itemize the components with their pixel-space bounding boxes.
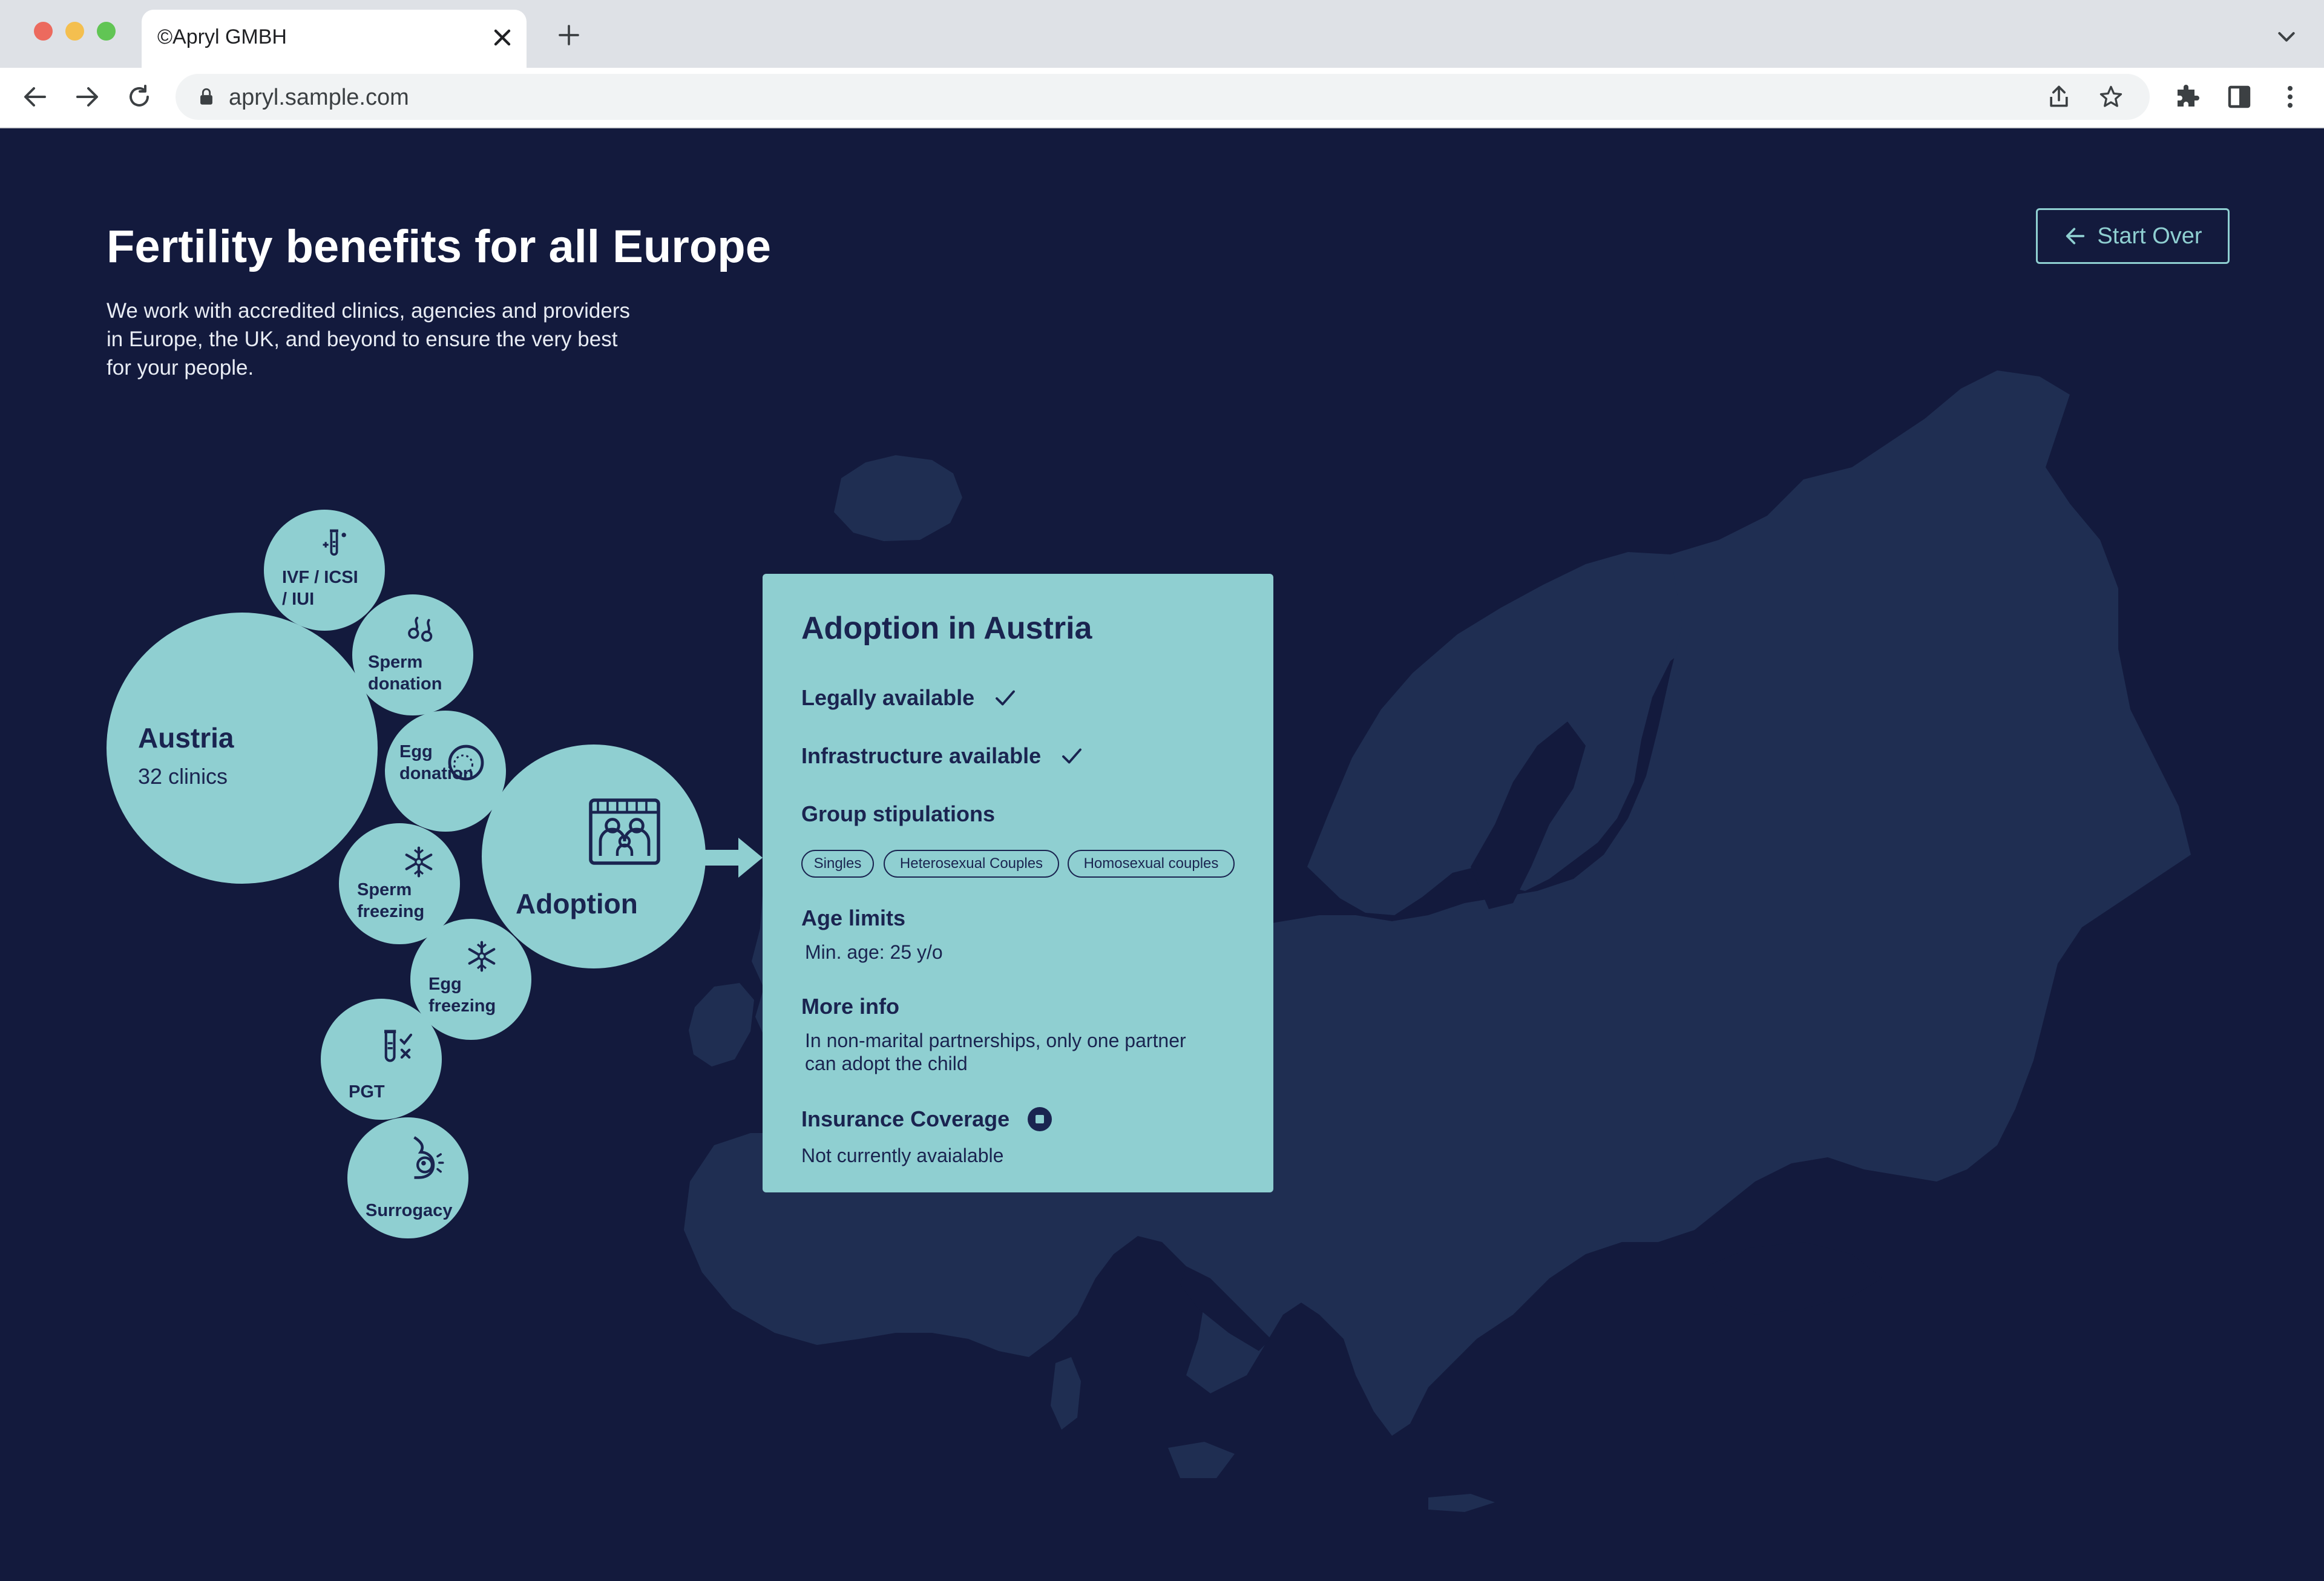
start-over-button[interactable]: Start Over xyxy=(2036,208,2230,264)
service-label-line: donation xyxy=(399,764,474,783)
selected-service-label: Adoption xyxy=(516,888,638,919)
service-bubble-sperm-donation[interactable]: Sperm donation xyxy=(352,594,473,715)
maximize-window-button[interactable] xyxy=(97,22,116,41)
lock-icon xyxy=(200,88,212,105)
card-title: Adoption in Austria xyxy=(801,611,1092,646)
insurance-coverage-row: Insurance Coverage xyxy=(801,1106,1052,1132)
subtitle-line: for your people. xyxy=(107,356,254,380)
more-info-text: In non-marital partnerships, only one pa… xyxy=(805,1029,1186,1075)
service-label-line: freezing xyxy=(357,902,425,921)
browser-toolbar: apryl.sample.com xyxy=(0,68,2324,128)
service-label-line: freezing xyxy=(428,996,496,1016)
service-label-line: Egg xyxy=(399,742,433,761)
checkmark-icon xyxy=(996,690,1016,706)
back-arrow-icon[interactable] xyxy=(21,82,50,111)
service-label-line: Egg xyxy=(428,975,462,994)
address-bar[interactable]: apryl.sample.com xyxy=(176,74,2150,120)
service-label-line: / IUI xyxy=(282,590,315,609)
minimize-window-button[interactable] xyxy=(65,22,84,41)
infrastructure-available-label: Infrastructure available xyxy=(801,743,1042,768)
service-bubble-pgt[interactable]: PGT xyxy=(321,999,442,1120)
snowflake-icon xyxy=(468,941,496,972)
family-frame-icon xyxy=(589,798,660,865)
more-menu-icon[interactable] xyxy=(2276,82,2305,111)
extensions-puzzle-icon[interactable] xyxy=(2173,82,2202,111)
service-bubble-egg-donation[interactable]: Egg donation xyxy=(385,711,506,832)
close-window-button[interactable] xyxy=(34,22,53,41)
group-tag: Heterosexual Couples xyxy=(884,850,1059,878)
subtitle-line: in Europe, the UK, and beyond to ensure … xyxy=(107,327,618,351)
service-bubble-ivf[interactable]: IVF / ICSI / IUI xyxy=(264,510,385,631)
service-bubble-surrogacy[interactable]: Surrogacy xyxy=(347,1117,468,1238)
page-subtitle: We work with accredited clinics, agencie… xyxy=(107,297,700,382)
clinic-count: 32 clinics xyxy=(138,764,228,789)
age-limits-label: Age limits xyxy=(801,906,906,930)
browser-tab[interactable]: ©Apryl GMBH xyxy=(142,10,527,68)
stop-status-icon xyxy=(1028,1107,1052,1131)
age-limits-value: Min. age: 25 y/o xyxy=(805,941,943,963)
black-sea-shape xyxy=(1707,1242,1882,1315)
more-info-label: More info xyxy=(801,994,899,1019)
service-label: PGT xyxy=(349,1082,385,1102)
insurance-coverage-value: Not currently avaialable xyxy=(801,1145,1004,1166)
group-stipulations-label: Group stipulations xyxy=(801,801,995,826)
service-bubble-adoption[interactable]: Adoption xyxy=(482,744,706,968)
service-label: Sperm freezing xyxy=(357,879,424,922)
service-label: Sperm donation xyxy=(368,651,442,695)
group-tag: Singles xyxy=(801,850,874,878)
infrastructure-available-row: Infrastructure available xyxy=(801,743,1085,769)
service-label-line: Sperm xyxy=(357,880,412,899)
legally-available-row: Legally available xyxy=(801,685,1018,711)
snowflake-icon xyxy=(405,846,433,878)
more-info-line: In non-marital partnerships, only one pa… xyxy=(805,1030,1186,1051)
crete-shape xyxy=(1428,1494,1495,1512)
more-info-line: can adopt the child xyxy=(805,1053,968,1074)
tab-title: ©Apryl GMBH xyxy=(157,25,287,48)
chevron-down-icon[interactable] xyxy=(2274,24,2299,48)
service-label: Egg freezing xyxy=(428,973,496,1017)
bookmark-star-icon[interactable] xyxy=(2098,84,2124,110)
connector-arrow-icon xyxy=(703,838,763,878)
sperm-icon xyxy=(408,616,433,642)
group-tag: Homosexual couples xyxy=(1068,850,1235,878)
side-panel-icon[interactable] xyxy=(2225,82,2254,111)
service-label-line: Sperm xyxy=(368,652,423,672)
url-text: apryl.sample.com xyxy=(229,85,409,110)
test-tube-check-icon xyxy=(384,1030,413,1062)
close-tab-icon[interactable] xyxy=(489,24,516,51)
service-label: Egg donation xyxy=(399,741,473,784)
legally-available-label: Legally available xyxy=(801,685,975,710)
subtitle-line: We work with accredited clinics, agencie… xyxy=(107,299,631,323)
page-content: Fertility benefits for all Europe We wor… xyxy=(0,128,2324,1581)
sardinia-shape xyxy=(1051,1357,1081,1430)
test-tube-icon xyxy=(323,529,346,556)
start-over-label: Start Over xyxy=(2097,223,2202,249)
service-label-line: IVF / ICSI xyxy=(282,568,358,587)
reload-icon[interactable] xyxy=(125,82,154,111)
browser-tab-bar: ©Apryl GMBH xyxy=(0,0,2324,68)
country-bubble[interactable]: Austria 32 clinics xyxy=(107,613,378,884)
ireland-shape xyxy=(689,983,754,1067)
arrow-left-icon xyxy=(2066,228,2085,245)
insurance-coverage-label: Insurance Coverage xyxy=(801,1106,1010,1131)
detail-card: Adoption in Austria Legally available In… xyxy=(763,574,1273,1192)
page-title: Fertility benefits for all Europe xyxy=(107,221,771,272)
new-tab-icon[interactable] xyxy=(557,23,581,47)
pregnancy-icon xyxy=(413,1136,444,1179)
checkmark-icon xyxy=(1062,748,1082,764)
service-label: Surrogacy xyxy=(366,1201,453,1220)
country-name: Austria xyxy=(138,722,234,754)
service-label-line: donation xyxy=(368,674,442,694)
service-label: IVF / ICSI / IUI xyxy=(282,567,358,610)
share-icon[interactable] xyxy=(2046,84,2072,110)
iceland-shape xyxy=(834,455,962,541)
forward-arrow-icon[interactable] xyxy=(73,82,102,111)
sicily-shape xyxy=(1168,1442,1235,1478)
